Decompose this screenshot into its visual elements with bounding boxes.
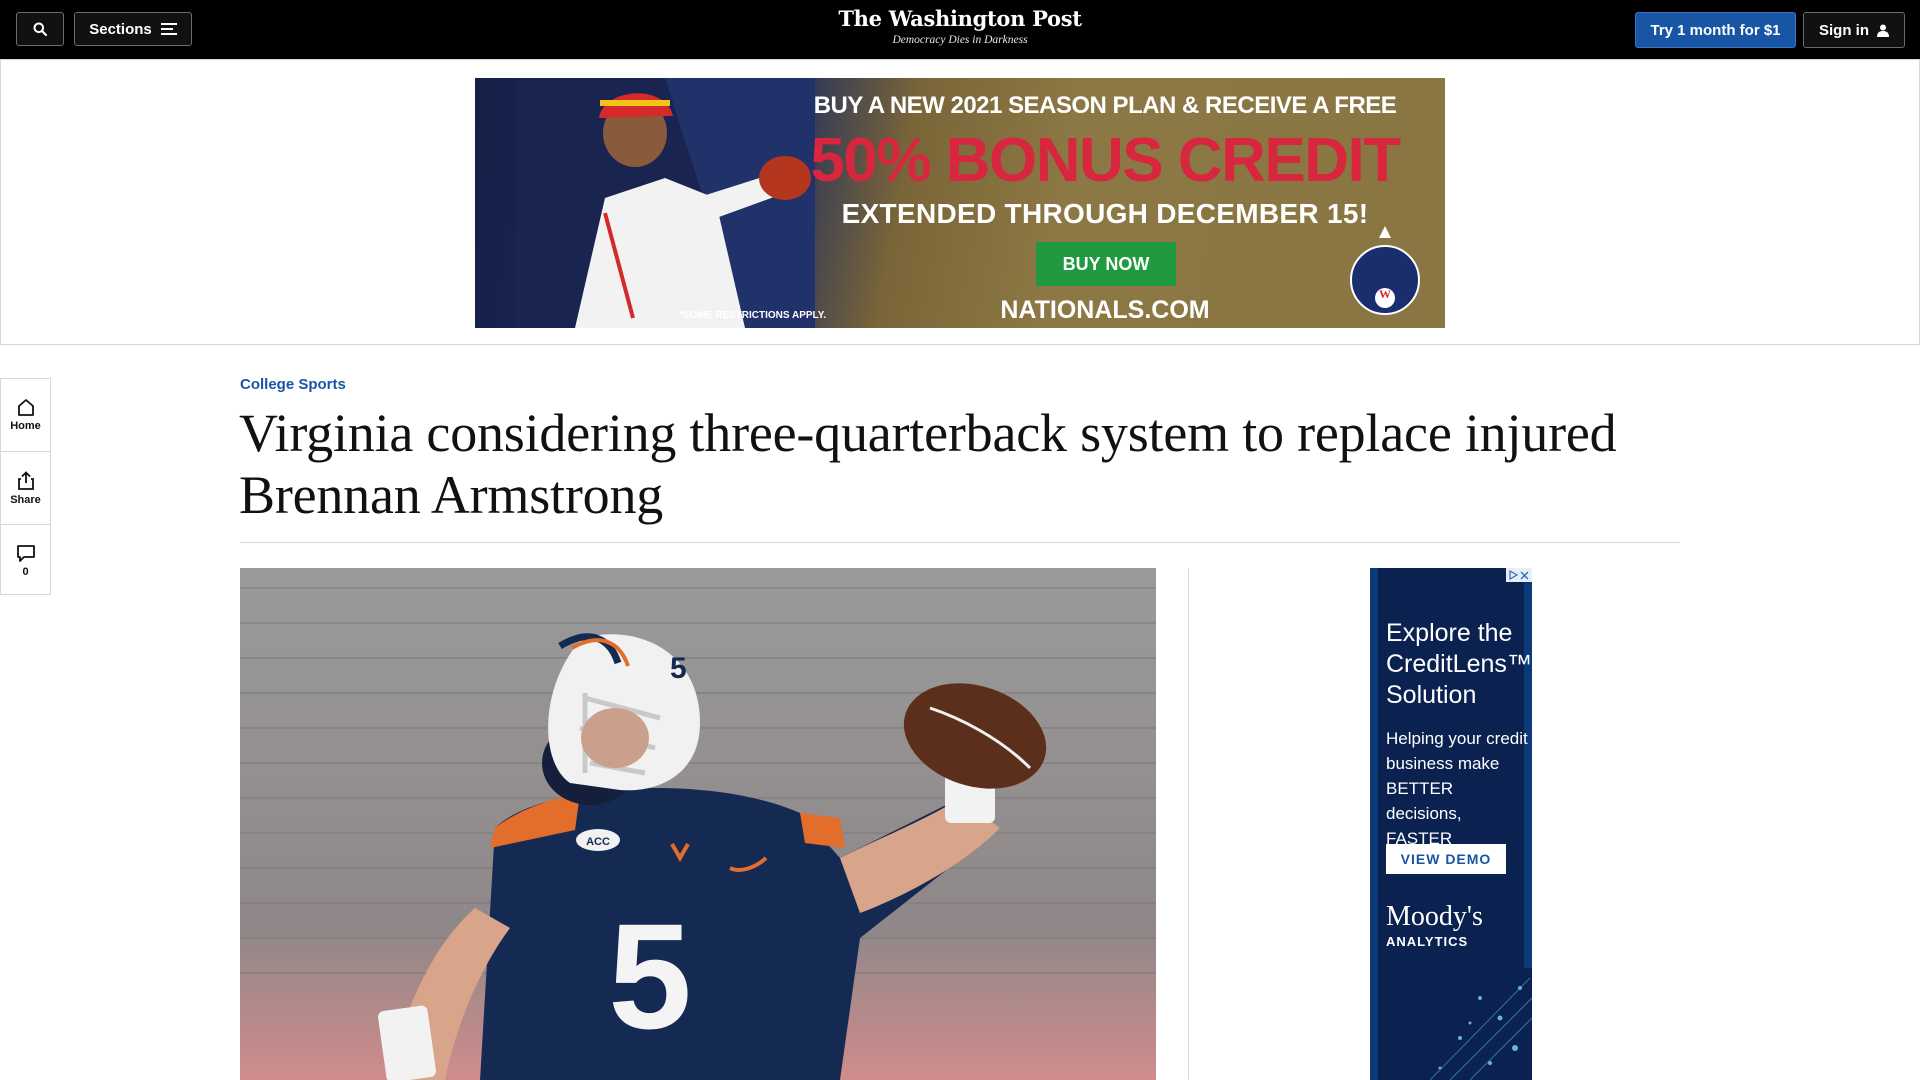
ad-headline-sub: EXTENDED THROUGH DECEMBER 15! <box>841 198 1369 229</box>
close-icon <box>1520 571 1529 579</box>
site-logo[interactable]: The Washington Post Democracy Dies in Da… <box>760 5 1160 47</box>
world-champions-badge-icon: W <box>1350 226 1420 315</box>
jersey-number: 5 <box>608 892 691 1060</box>
logo-wordmark: The Washington Post <box>838 6 1082 31</box>
rail-comments-count: 0 <box>22 566 29 578</box>
column-divider <box>1188 568 1189 1080</box>
article-lead-photo: 5 ACC 5 <box>240 568 1156 1080</box>
sections-label: Sections <box>89 20 152 38</box>
hamburger-menu-icon <box>160 23 177 35</box>
sign-in-button[interactable]: Sign in <box>1803 12 1905 48</box>
headline-divider <box>240 542 1680 543</box>
search-button[interactable] <box>16 12 64 46</box>
comment-icon <box>16 545 35 562</box>
rail-share-button[interactable]: Share <box>1 452 50 524</box>
top-navigation-bar: Sections The Washington Post Democracy D… <box>0 0 1920 59</box>
moodys-side-ad[interactable]: Explore the CreditLens™ Solution Helping… <box>1370 568 1532 1080</box>
ad-body: Helping your credit business make BETTER… <box>1386 729 1528 848</box>
rail-share-label: Share <box>10 493 41 506</box>
subscribe-trial-button[interactable]: Try 1 month for $1 <box>1635 12 1796 48</box>
ad-site-link: NATIONALS.COM <box>1000 296 1210 324</box>
ad-choices-badge[interactable] <box>1506 568 1532 582</box>
svg-text:W: W <box>1379 287 1391 301</box>
home-icon <box>17 399 34 416</box>
ad-headline-main: 50% BONUS CREDIT <box>810 126 1401 195</box>
helmet-number: 5 <box>670 652 687 685</box>
user-icon <box>1877 24 1889 37</box>
adchoices-icon <box>1509 570 1518 580</box>
share-icon <box>17 470 34 490</box>
ad-headline-top: BUY A NEW 2021 SEASON PLAN & RECEIVE A F… <box>813 92 1397 119</box>
logo-tagline: Democracy Dies in Darkness <box>892 34 1028 46</box>
ad-view-demo-button[interactable]: VIEW DEMO <box>1386 844 1506 874</box>
sections-button[interactable]: Sections <box>74 12 192 46</box>
ad-buy-now-button[interactable]: BUY NOW <box>1036 242 1176 286</box>
article-kicker[interactable]: College Sports <box>240 376 346 393</box>
ad-player-image <box>515 78 815 328</box>
nationals-ad-banner[interactable]: BUY A NEW 2021 SEASON PLAN & RECEIVE A F… <box>475 78 1445 328</box>
sign-in-label: Sign in <box>1819 21 1869 39</box>
rail-home-button[interactable]: Home <box>1 379 50 451</box>
ad-brand-logo: Moody's <box>1386 901 1483 932</box>
quarterback-photo-image: 5 ACC 5 <box>240 568 1156 1080</box>
ad-restrictions-note: *SOME RESTRICTIONS APPLY. <box>679 310 827 321</box>
article-headline: Virginia considering three-quarterback s… <box>239 403 1617 525</box>
left-action-rail: Home Share 0 <box>0 378 51 595</box>
ad-brand-subtitle: ANALYTICS <box>1386 934 1469 949</box>
ad-headline: Explore the CreditLens™ Solution <box>1386 619 1532 709</box>
rail-comments-button[interactable]: 0 <box>1 525 50 597</box>
rail-home-label: Home <box>10 420 41 432</box>
search-icon <box>33 22 47 36</box>
acc-patch: ACC <box>586 836 610 848</box>
